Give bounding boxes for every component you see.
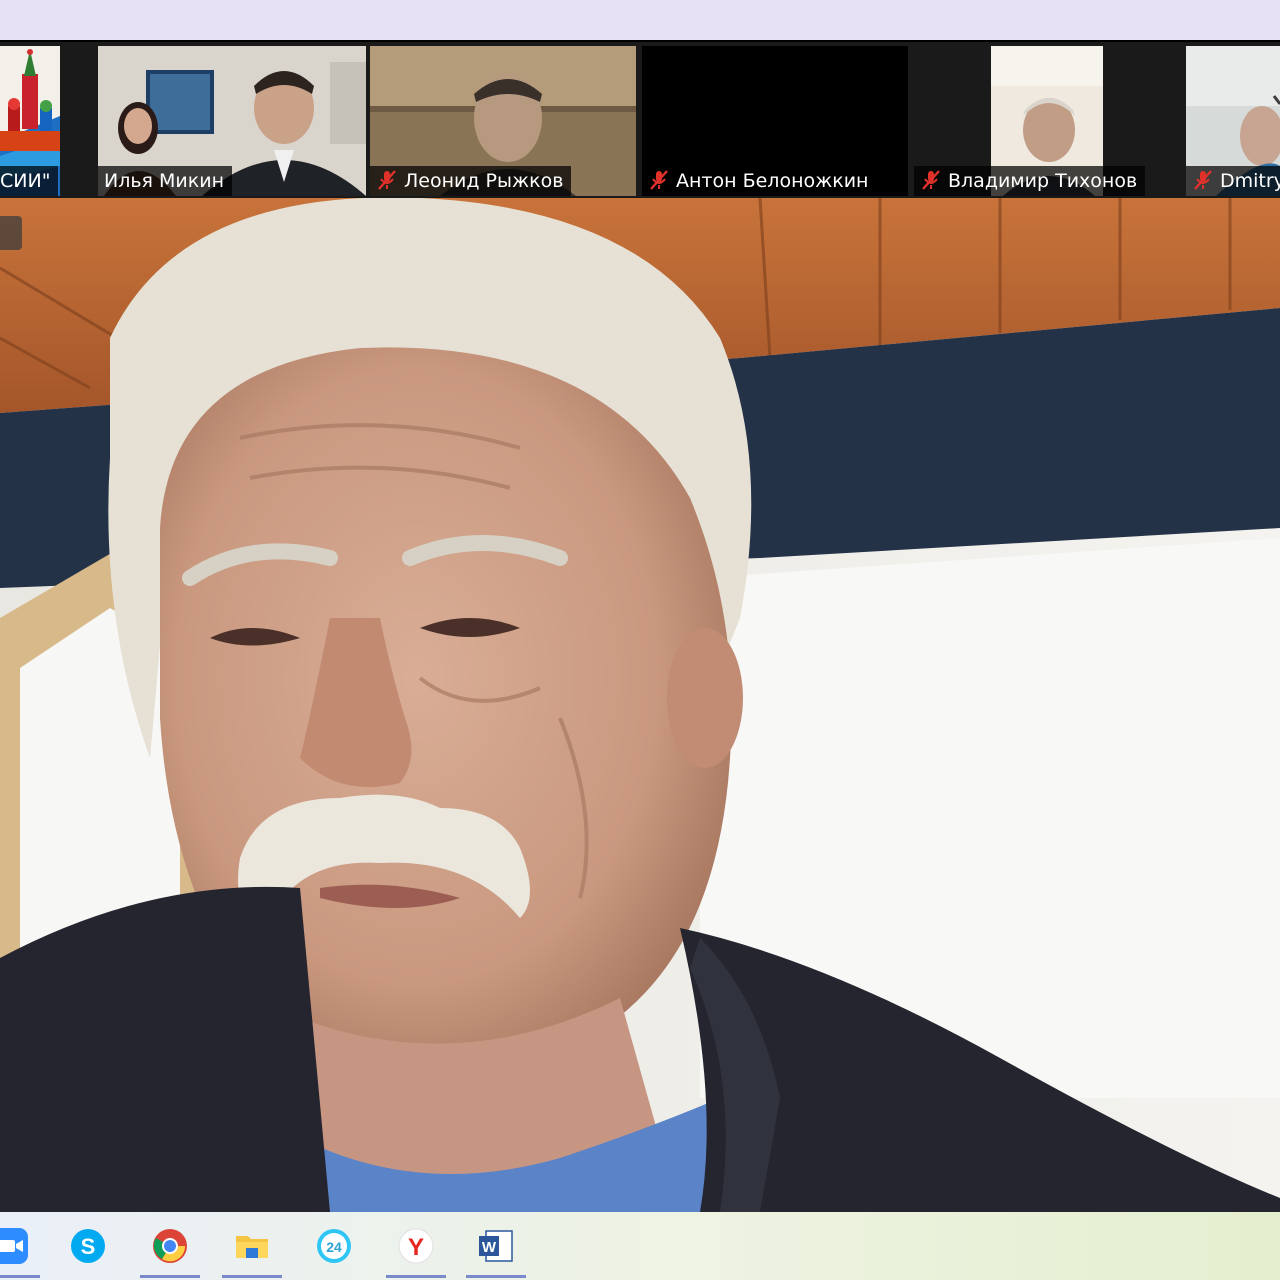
participant-tile[interactable]: Антон Белоножкин xyxy=(642,46,908,196)
taskbar-app-explorer[interactable] xyxy=(220,1212,284,1280)
participant-tile[interactable]: Леонид Рыжков xyxy=(370,46,636,196)
taskbar-app-chrome[interactable] xyxy=(138,1212,202,1280)
yandex-browser-app-icon: Y xyxy=(398,1228,434,1264)
svg-text:S: S xyxy=(81,1234,96,1259)
participant-name-label: Илья Микин xyxy=(98,166,233,196)
participant-name-text: СИИ" xyxy=(0,170,51,192)
microphone-muted-icon xyxy=(922,170,940,190)
taskbar-active-indicator xyxy=(466,1275,526,1278)
participant-name-text: Илья Микин xyxy=(104,170,225,192)
taskbar-app-zoom[interactable] xyxy=(0,1212,42,1280)
microphone-muted-icon xyxy=(378,170,396,190)
participant-tile[interactable]: СИИ" xyxy=(0,46,60,196)
participant-name-label: Владимир Тихонов xyxy=(914,166,1146,196)
windows-taskbar: S 24 Y W xyxy=(0,1212,1280,1280)
window-top-bar xyxy=(0,0,1280,40)
svg-text:24: 24 xyxy=(326,1239,342,1255)
participant-name-label: Dmitry xyxy=(1186,166,1280,196)
word-app-icon: W xyxy=(479,1230,513,1262)
participant-name-label: СИИ" xyxy=(0,166,59,196)
svg-text:W: W xyxy=(482,1239,497,1256)
active-speaker-video[interactable] xyxy=(0,198,1280,1212)
file-explorer-app-icon xyxy=(236,1236,268,1258)
taskbar-app-yandex[interactable]: Y xyxy=(384,1212,448,1280)
bitrix24-app-icon: 24 xyxy=(317,1229,351,1263)
participant-tile[interactable]: Владимир Тихонов xyxy=(914,46,1180,196)
taskbar-app-word[interactable]: W xyxy=(464,1212,528,1280)
skype-app-icon: S xyxy=(71,1229,105,1263)
participant-name-label: Леонид Рыжков xyxy=(370,166,572,196)
microphone-muted-icon xyxy=(650,170,668,190)
participant-name-text: Леонид Рыжков xyxy=(404,170,564,192)
microphone-muted-icon xyxy=(1194,170,1212,190)
participant-gallery-strip: СИИ" Илья Микин Леонид Рыжков Антон Бело… xyxy=(0,40,1280,200)
taskbar-active-indicator xyxy=(140,1275,200,1278)
speaker-video-frame xyxy=(0,198,1280,1212)
participant-name-text: Антон Белоножкин xyxy=(676,170,869,192)
video-overlay-control[interactable] xyxy=(0,216,22,250)
taskbar-app-bitrix24[interactable]: 24 xyxy=(302,1212,366,1280)
taskbar-active-indicator xyxy=(222,1275,282,1278)
taskbar-active-indicator xyxy=(386,1275,446,1278)
participant-tile[interactable]: Dmitry xyxy=(1186,46,1280,196)
participant-tile[interactable]: Илья Микин xyxy=(98,46,366,196)
svg-text:Y: Y xyxy=(408,1234,424,1261)
zoom-app-icon xyxy=(0,1228,28,1264)
participant-name-label: Антон Белоножкин xyxy=(642,166,877,196)
taskbar-active-indicator xyxy=(0,1275,40,1278)
taskbar-app-skype[interactable]: S xyxy=(56,1212,120,1280)
participant-name-text: Владимир Тихонов xyxy=(948,170,1138,192)
participant-name-text: Dmitry xyxy=(1220,170,1280,192)
chrome-app-icon xyxy=(153,1229,187,1263)
